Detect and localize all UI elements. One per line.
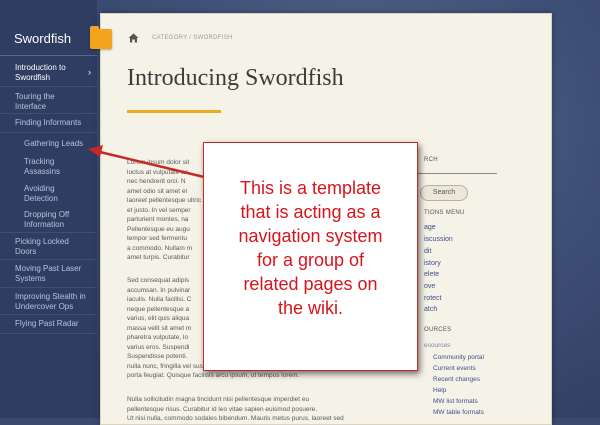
sidebar-item-finding-informants[interactable]: Finding Informants [0, 118, 97, 130]
sidebar-item-label: Improving Stealth in Undercover Ops [15, 292, 86, 311]
resource-link-community-portal[interactable]: Community portal [433, 354, 484, 361]
action-link-history[interactable]: istory [424, 260, 441, 267]
sidebar-item-introduction[interactable]: Introduction to Swordfish › [0, 63, 97, 83]
resource-link-current-events[interactable]: Current events [433, 365, 476, 372]
sidebar-item-label: Introduction to Swordfish [15, 63, 66, 82]
resources-heading: OURCES [424, 327, 452, 333]
folder-tab-icon[interactable] [90, 26, 112, 49]
divider [0, 86, 97, 87]
search-button[interactable]: Search [420, 185, 468, 201]
callout-text: This is a template that is acting as a n… [238, 178, 383, 318]
chevron-right-icon: › [88, 67, 91, 77]
sidebar-item-label: Flying Past Radar [15, 319, 79, 328]
divider [0, 314, 97, 315]
divider [0, 55, 97, 56]
sidebar-item-dropping-off[interactable]: Dropping Off Information [0, 210, 97, 230]
sidebar-item-flying-radar[interactable]: Flying Past Radar [0, 319, 97, 331]
home-icon[interactable] [128, 33, 139, 43]
page-title: Introducing Swordfish [127, 65, 344, 91]
sidebar-item-label: Dropping Off Information [24, 210, 70, 229]
sidebar-item-touring[interactable]: Touring the Interface [0, 92, 97, 112]
resources-subheading: esources [424, 342, 451, 349]
action-link-move[interactable]: ove [424, 283, 435, 290]
action-link-protect[interactable]: rotect [424, 295, 442, 302]
resource-link-mw-table-formats[interactable]: MW table formats [433, 409, 484, 416]
sidebar-item-improving-stealth[interactable]: Improving Stealth in Undercover Ops [0, 292, 97, 312]
sidebar-item-tracking-assassins[interactable]: Tracking Assassins [0, 157, 97, 177]
divider [0, 259, 97, 260]
breadcrumb[interactable]: CATEGORY / SWORDFISH [152, 35, 233, 41]
sidebar-item-laser-systems[interactable]: Moving Past Laser Systems [0, 264, 97, 284]
action-link-delete[interactable]: elete [424, 271, 439, 278]
sidebar-item-label: Finding Informants [15, 118, 82, 127]
resource-link-help[interactable]: Help [433, 387, 446, 394]
action-link-watch[interactable]: atch [424, 306, 437, 313]
actions-menu-heading: TIONS MENU [424, 210, 465, 216]
divider [0, 132, 97, 133]
resource-link-mw-list-formats[interactable]: MW list formats [433, 398, 478, 405]
action-link-edit[interactable]: dit [424, 248, 431, 255]
resource-link-recent-changes[interactable]: Recent changes [433, 376, 480, 383]
annotation-callout: This is a template that is acting as a n… [203, 142, 418, 371]
brand-title[interactable]: Swordfish [14, 31, 71, 46]
divider [0, 113, 97, 114]
divider [0, 287, 97, 288]
divider [0, 333, 97, 334]
divider [0, 232, 97, 233]
sidebar-item-label: Moving Past Laser Systems [15, 264, 82, 283]
sidebar-item-gathering-leads[interactable]: Gathering Leads [0, 139, 97, 151]
search-heading: RCH [424, 157, 438, 163]
sidebar-item-label: Gathering Leads [24, 139, 84, 148]
sidebar-item-label: Tracking Assassins [24, 157, 61, 176]
sidebar: Swordfish Introduction to Swordfish › To… [0, 0, 97, 418]
body-paragraph: Nulla sollicitudin magna tincidunt nisi … [127, 396, 344, 422]
sidebar-item-avoiding-detection[interactable]: Avoiding Detection [0, 184, 97, 204]
action-link-discussion[interactable]: iscussion [424, 236, 453, 243]
sidebar-item-label: Touring the Interface [15, 92, 55, 111]
sidebar-item-picking-locks[interactable]: Picking Locked Doors [0, 237, 97, 257]
search-input[interactable] [405, 173, 497, 174]
sidebar-item-label: Avoiding Detection [24, 184, 58, 203]
title-underline [127, 110, 221, 113]
action-link-page[interactable]: age [424, 224, 436, 231]
sidebar-item-label: Picking Locked Doors [15, 237, 69, 256]
